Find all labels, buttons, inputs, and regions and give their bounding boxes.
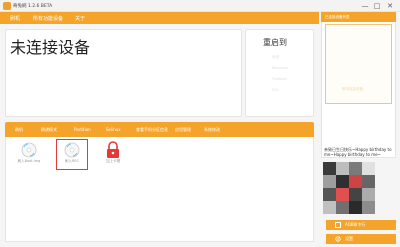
- reboot-title: 重启到: [263, 38, 287, 47]
- menu-item-about[interactable]: 关于: [75, 15, 85, 22]
- flash-rec-label: 刷入REC: [64, 159, 80, 163]
- lock-icon: [107, 141, 119, 158]
- tab-flash-mode[interactable]: 刷递模式: [41, 127, 57, 133]
- disc-icon: [21, 142, 37, 158]
- reboot-option-edl[interactable]: EDL: [272, 88, 279, 92]
- tab-system-modify[interactable]: 系统修改: [204, 127, 220, 133]
- flash-boot-tool[interactable]: [15, 141, 43, 170]
- device-list-prompt: 等待连接设备: [342, 87, 363, 91]
- lock-slot-tool[interactable]: [99, 141, 127, 170]
- device-list-title: 已连接设备列表: [325, 15, 350, 19]
- tab-flash[interactable]: 刷机: [15, 127, 23, 133]
- device-status: 未连接设备: [10, 38, 91, 57]
- close-button[interactable]: ✕: [385, 1, 395, 11]
- reboot-option-fastboot[interactable]: Fastboot: [272, 77, 287, 81]
- lock-slot-label: 加上卡槽: [106, 159, 120, 163]
- menu-item-flash[interactable]: 刷机: [10, 15, 20, 22]
- birthday-message: 亲致已生日快乐~Happy birthday to me~Happy birth…: [324, 147, 392, 157]
- maximize-button[interactable]: □: [372, 1, 382, 11]
- menu-item-device-functions[interactable]: 所有功能设备: [33, 15, 63, 22]
- adb-terminal-label: ADB命令行: [345, 222, 366, 227]
- title-bar: [0, 0, 400, 12]
- reboot-option-system[interactable]: 系统: [272, 55, 279, 60]
- flash-boot-label: 刷入Boot.img: [17, 159, 41, 163]
- app-logo-icon: [3, 2, 11, 10]
- reboot-option-recovery[interactable]: Recovery: [272, 66, 288, 70]
- flash-rec-tool[interactable]: [58, 141, 86, 170]
- window-title: 奇兔刷 1.2.6 BETA: [13, 4, 53, 9]
- tab-app-manager[interactable]: 应用管理: [175, 127, 191, 133]
- settings-label: 设置: [345, 236, 353, 241]
- gear-icon: [335, 236, 341, 242]
- tab-selinux[interactable]: Selinux: [106, 127, 121, 132]
- tab-partition-info[interactable]: 查看手机分区信息: [136, 127, 168, 133]
- terminal-icon: [335, 222, 341, 228]
- promo-image[interactable]: [323, 162, 375, 214]
- tool-panel-body: [5, 137, 314, 242]
- minimize-button[interactable]: —: [360, 1, 370, 11]
- disc-icon: [64, 142, 80, 158]
- device-list[interactable]: [325, 24, 392, 104]
- tab-partition[interactable]: Partition: [74, 127, 91, 132]
